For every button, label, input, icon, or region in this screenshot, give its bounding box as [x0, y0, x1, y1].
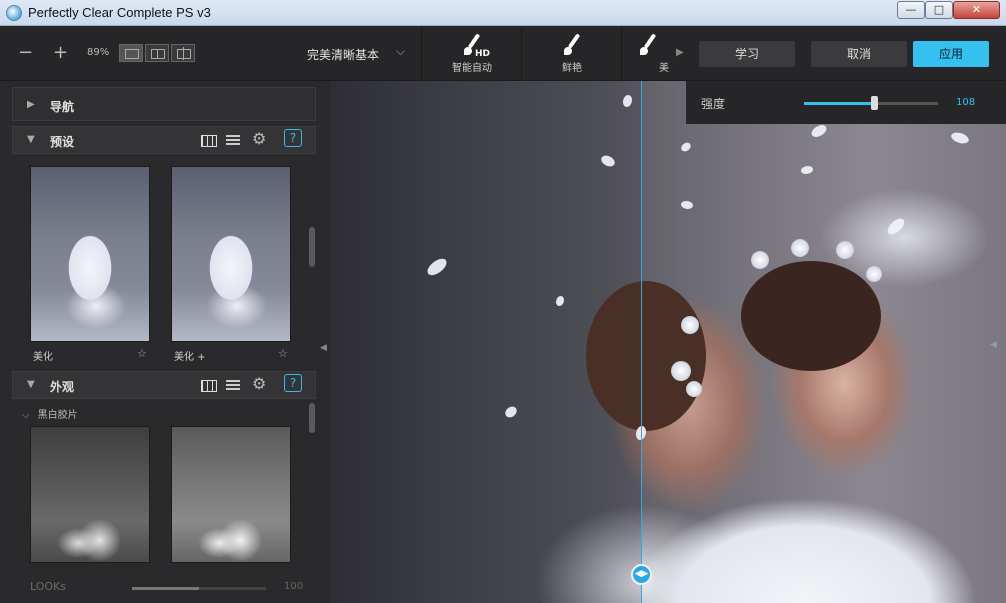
toolbar-divider	[521, 27, 522, 81]
strength-label: 强度	[701, 97, 726, 111]
looks-slider-label: LOOKs	[30, 580, 66, 593]
photo-canvas[interactable]: ◀▶ ◀	[331, 81, 1006, 603]
flower-shape	[791, 239, 809, 257]
close-button[interactable]: ✕	[953, 1, 1000, 19]
look-thumbnail[interactable]	[30, 426, 150, 563]
tool-smart-auto[interactable]: HD 智能自动	[423, 27, 521, 81]
collapse-left-panel-icon[interactable]: ◀	[320, 343, 327, 353]
strength-slider-thumb[interactable]	[870, 96, 878, 110]
flower-shape	[681, 316, 699, 334]
looks-slider-value: 100	[284, 581, 304, 592]
tool-label: 鲜艳	[562, 63, 582, 74]
tool-beautify[interactable]: 美	[623, 27, 673, 81]
looks-subgroup-header[interactable]: ⌵ 黑白胶片	[22, 406, 78, 421]
zoom-in-icon[interactable]: +	[53, 43, 68, 63]
maximize-button[interactable]: □	[925, 1, 953, 19]
grid-view-icon[interactable]	[200, 132, 218, 148]
looks-slider[interactable]	[132, 587, 266, 590]
section-title: 预设	[50, 135, 75, 149]
list-view-icon[interactable]	[225, 377, 243, 393]
section-navigation[interactable]: ▶ 导航	[12, 87, 316, 121]
panel-scrollbar[interactable]	[309, 227, 315, 267]
preset-thumbnail[interactable]	[30, 166, 150, 342]
gear-icon[interactable]: ⚙	[252, 374, 270, 393]
split-view-button[interactable]	[145, 44, 169, 62]
flower-shape	[836, 241, 854, 259]
petal-shape	[884, 216, 908, 237]
subgroup-title: 黑白胶片	[37, 410, 78, 421]
tools-scroll-right-icon[interactable]: ▶	[676, 47, 684, 58]
hair-shape	[586, 281, 706, 431]
chevron-down-icon: ⌵	[22, 410, 30, 421]
look-thumbnail[interactable]	[171, 426, 291, 563]
section-title: 外观	[50, 380, 75, 394]
side-by-side-view-button[interactable]	[171, 44, 195, 62]
gear-icon[interactable]: ⚙	[252, 129, 270, 148]
app-window: Perfectly Clear Complete PS v3 — □ ✕ − +…	[0, 0, 1006, 603]
panel-scrollbar[interactable]	[309, 403, 315, 433]
favorite-star-icon[interactable]: ☆	[137, 347, 147, 360]
grid-view-icon[interactable]	[200, 377, 218, 393]
flower-shape	[866, 266, 882, 282]
preset-dropdown[interactable]: 完美清晰基本	[307, 46, 379, 63]
split-drag-handle-icon[interactable]: ◀▶	[631, 564, 652, 585]
tool-label: 智能自动	[452, 63, 492, 74]
chevron-down-icon[interactable]: ⌵	[396, 44, 405, 59]
petal-shape	[679, 141, 693, 153]
hd-badge: HD	[475, 49, 491, 59]
list-view-icon[interactable]	[225, 132, 243, 148]
looks-slider-fill	[132, 587, 199, 590]
tool-label: 美	[659, 63, 669, 74]
strength-control: 强度 108	[686, 81, 1006, 124]
help-icon[interactable]: ?	[284, 374, 302, 392]
petal-shape	[679, 199, 695, 211]
section-presets[interactable]: ▼ 预设 ⚙ ?	[12, 126, 316, 154]
section-looks[interactable]: ▼ 外观 ⚙ ?	[12, 371, 316, 399]
collapse-arrow-icon: ▼	[27, 379, 35, 390]
flower-shape	[686, 381, 702, 397]
petal-shape	[809, 123, 829, 139]
learn-button[interactable]: 学习	[699, 41, 795, 67]
brush-icon	[561, 33, 583, 57]
help-icon[interactable]: ?	[284, 129, 302, 147]
petal-shape	[801, 166, 813, 174]
flower-shape	[751, 251, 769, 269]
before-after-split-line[interactable]	[641, 81, 642, 603]
app-logo-icon	[6, 5, 22, 21]
preset-label: 美化	[33, 352, 53, 363]
toolbar-divider	[421, 27, 422, 81]
zoom-out-icon[interactable]: −	[18, 43, 33, 63]
apply-button[interactable]: 应用	[913, 41, 989, 67]
brush-icon	[637, 33, 659, 57]
section-title: 导航	[50, 100, 75, 114]
strength-slider-fill	[804, 102, 874, 105]
main-toolbar: − + 89% 完美清晰基本 ⌵ HD 智能自动 鲜艳 美 ▶ 学习 取消 应用	[0, 27, 1006, 81]
flower-shape	[671, 361, 691, 381]
favorite-star-icon[interactable]: ☆	[278, 347, 288, 360]
expand-arrow-icon: ▶	[27, 99, 35, 110]
collapse-arrow-icon: ▼	[27, 134, 35, 145]
title-bar: Perfectly Clear Complete PS v3 — □ ✕	[0, 0, 1006, 26]
zoom-level: 89%	[87, 47, 110, 58]
toolbar-divider	[621, 27, 622, 81]
strength-value: 108	[956, 97, 976, 108]
hair-shape	[741, 261, 881, 371]
left-panel: ▶ 导航 ▼ 预设 ⚙ ? 美化 ☆ 美化 + ☆ ◀ ▼ 外观 ⚙ ? ⌵ 黑白…	[0, 81, 330, 603]
collapse-right-panel-icon[interactable]: ◀	[990, 340, 997, 350]
tool-vivid[interactable]: 鲜艳	[523, 27, 621, 81]
cancel-button[interactable]: 取消	[811, 41, 907, 67]
single-view-button[interactable]	[119, 44, 143, 62]
preset-label: 美化 +	[174, 352, 206, 363]
preset-thumbnail[interactable]	[171, 166, 291, 342]
petal-shape	[949, 129, 971, 147]
minimize-button[interactable]: —	[897, 1, 925, 19]
window-title: Perfectly Clear Complete PS v3	[28, 5, 211, 20]
